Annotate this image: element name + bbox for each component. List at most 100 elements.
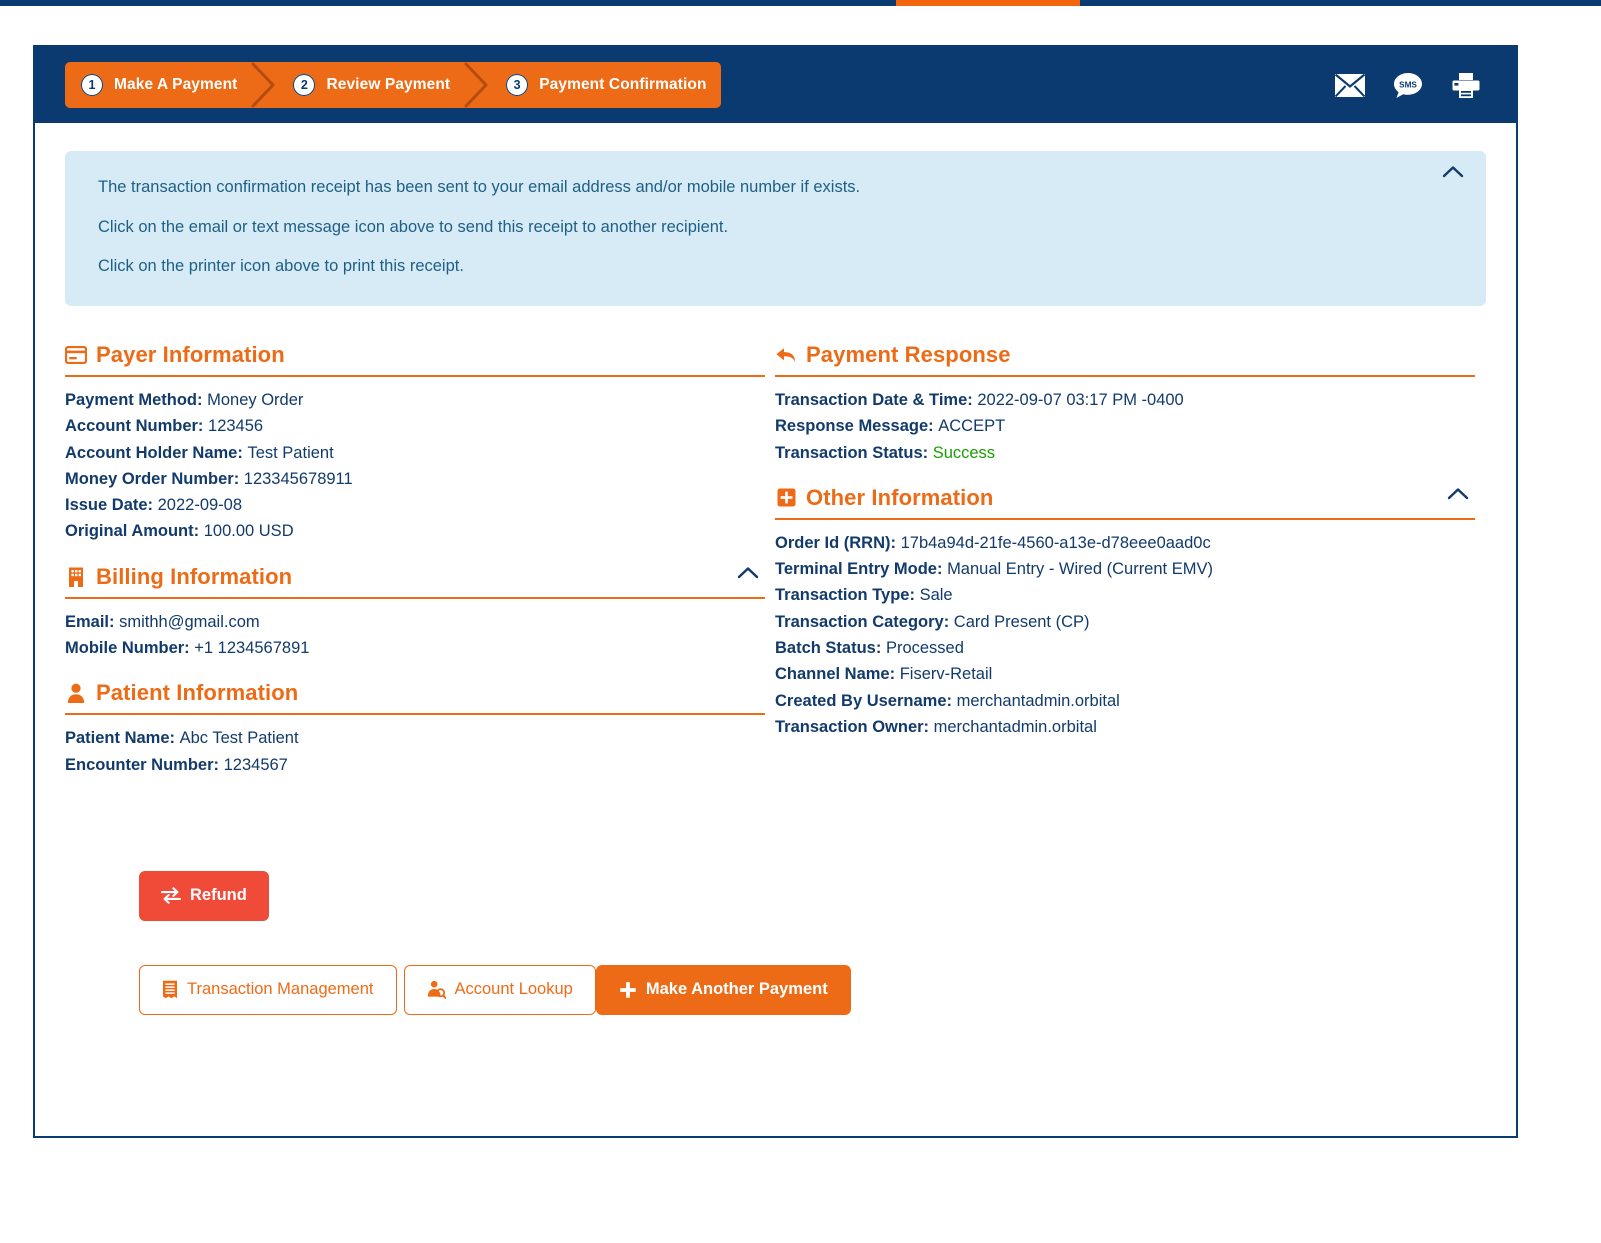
row-label: Transaction Category:: [775, 613, 954, 631]
row-label: Email:: [65, 613, 119, 631]
row-original-amount: Original Amount: 100.00 USD: [65, 518, 765, 544]
plus-icon: [619, 981, 637, 999]
step-1-label: Make A Payment: [114, 76, 237, 94]
row-label: Encounter Number:: [65, 756, 224, 774]
card-body: The transaction confirmation receipt has…: [35, 123, 1516, 1015]
email-icon[interactable]: [1334, 69, 1366, 101]
row-issue-date: Issue Date: 2022-09-08: [65, 492, 765, 518]
row-label: Transaction Owner:: [775, 718, 934, 736]
row-value: Abc Test Patient: [180, 729, 299, 747]
row-value: 2022-09-07 03:17 PM -0400: [977, 391, 1183, 409]
credit-card-icon: [65, 344, 87, 366]
row-value: ACCEPT: [938, 417, 1005, 435]
step-3-label: Payment Confirmation: [539, 76, 706, 94]
svg-text:SMS: SMS: [1399, 80, 1417, 89]
step-payment-confirmation[interactable]: 3 Payment Confirmation: [490, 62, 720, 108]
row-label: Terminal Entry Mode:: [775, 560, 947, 578]
step-make-a-payment[interactable]: 1 Make A Payment: [65, 62, 251, 108]
row-value: merchantadmin.orbital: [957, 692, 1120, 710]
transaction-management-button[interactable]: Transaction Management: [139, 965, 397, 1015]
row-value: 123345678911: [244, 470, 353, 488]
row-mobile-number: Mobile Number: +1 1234567891: [65, 635, 765, 661]
status-badge: Success: [933, 444, 995, 462]
billing-information-rows: Email: smithh@gmail.com Mobile Number: +…: [65, 599, 765, 662]
payer-information-rows: Payment Method: Money Order Account Numb…: [65, 377, 765, 545]
sms-icon[interactable]: SMS: [1392, 69, 1424, 101]
row-label: Transaction Status:: [775, 444, 933, 462]
row-value: Sale: [920, 586, 953, 604]
row-value: Processed: [886, 639, 964, 657]
row-encounter-number: Encounter Number: 1234567: [65, 752, 765, 778]
row-value: 2022-09-08: [158, 496, 242, 514]
row-label: Transaction Date & Time:: [775, 391, 977, 409]
row-label: Response Message:: [775, 417, 938, 435]
top-accent-strip: [0, 0, 1601, 6]
row-created-by-username: Created By Username: merchantadmin.orbit…: [775, 688, 1475, 714]
row-terminal-entry-mode: Terminal Entry Mode: Manual Entry - Wire…: [775, 556, 1475, 582]
step-2-number: 2: [293, 74, 315, 96]
payer-information-title: Payer Information: [96, 342, 285, 368]
other-information-collapse-chevron-up-icon[interactable]: [1447, 487, 1469, 505]
section-payment-response: Payment Response Transaction Date & Time…: [775, 342, 1475, 466]
row-transaction-type: Transaction Type: Sale: [775, 582, 1475, 608]
other-information-header: Other Information: [775, 485, 1475, 520]
row-value: 17b4a94d-21fe-4560-a13e-d78eee0aad0c: [901, 534, 1211, 552]
row-value: 100.00 USD: [204, 522, 294, 540]
top-accent-segment: [896, 0, 1080, 6]
banner-line-3: Click on the printer icon above to print…: [98, 256, 1426, 277]
payment-confirmation-card: 1 Make A Payment 2 Review Payment 3 Paym…: [33, 45, 1518, 1138]
transaction-management-label: Transaction Management: [187, 980, 374, 999]
printer-icon[interactable]: [1450, 69, 1482, 101]
row-transaction-category: Transaction Category: Card Present (CP): [775, 609, 1475, 635]
row-payment-method: Payment Method: Money Order: [65, 387, 765, 413]
row-account-number: Account Number: 123456: [65, 413, 765, 439]
payment-response-rows: Transaction Date & Time: 2022-09-07 03:1…: [775, 377, 1475, 466]
row-label: Channel Name:: [775, 665, 900, 683]
step-separator-1: [251, 62, 277, 108]
row-label: Money Order Number:: [65, 470, 244, 488]
account-lookup-label: Account Lookup: [455, 980, 573, 999]
row-value: Card Present (CP): [954, 613, 1090, 631]
row-label: Account Number:: [65, 417, 208, 435]
payment-response-title: Payment Response: [806, 342, 1011, 368]
column-gap: [765, 342, 775, 778]
row-channel-name: Channel Name: Fiserv-Retail: [775, 661, 1475, 687]
section-other-information: Other Information Order Id (RRN): 17b4a9…: [775, 485, 1475, 740]
row-value: 123456: [208, 417, 263, 435]
row-transaction-status: Transaction Status: Success: [775, 440, 1475, 466]
row-value: smithh@gmail.com: [119, 613, 260, 631]
row-transaction-owner: Transaction Owner: merchantadmin.orbital: [775, 714, 1475, 740]
billing-collapse-chevron-up-icon[interactable]: [737, 566, 759, 584]
refund-button[interactable]: Refund: [139, 871, 269, 921]
reply-arrow-icon: [775, 344, 797, 366]
section-patient-information: Patient Information Patient Name: Abc Te…: [65, 680, 765, 778]
row-patient-name: Patient Name: Abc Test Patient: [65, 725, 765, 751]
info-banner: The transaction confirmation receipt has…: [65, 151, 1486, 306]
row-label: Created By Username:: [775, 692, 957, 710]
receipt-icon: [162, 980, 178, 999]
banner-collapse-chevron-up-icon[interactable]: [1442, 165, 1464, 183]
row-label: Patient Name:: [65, 729, 180, 747]
row-label: Issue Date:: [65, 496, 158, 514]
step-review-payment[interactable]: 2 Review Payment: [277, 62, 464, 108]
row-transaction-date-time: Transaction Date & Time: 2022-09-07 03:1…: [775, 387, 1475, 413]
row-value: Money Order: [207, 391, 303, 409]
make-another-payment-button[interactable]: Make Another Payment: [596, 965, 851, 1015]
banner-line-1: The transaction confirmation receipt has…: [98, 177, 1426, 198]
button-gap: [397, 965, 404, 1015]
right-column: Payment Response Transaction Date & Time…: [775, 342, 1475, 778]
section-payer-information: Payer Information Payment Method: Money …: [65, 342, 765, 545]
patient-information-title: Patient Information: [96, 680, 298, 706]
exchange-icon: [161, 887, 181, 904]
banner-line-2: Click on the email or text message icon …: [98, 217, 1426, 238]
row-money-order-number: Money Order Number: 123345678911: [65, 466, 765, 492]
step-3-number: 3: [506, 74, 528, 96]
refund-button-label: Refund: [190, 886, 247, 905]
row-account-holder-name: Account Holder Name: Test Patient: [65, 440, 765, 466]
details-columns: Payer Information Payment Method: Money …: [65, 342, 1486, 778]
billing-information-header: Billing Information: [65, 564, 765, 599]
footer-button-row: Transaction Management Account Lookup: [65, 965, 1486, 1015]
row-email: Email: smithh@gmail.com: [65, 609, 765, 635]
payment-response-header: Payment Response: [775, 342, 1475, 377]
account-lookup-button[interactable]: Account Lookup: [404, 965, 596, 1015]
